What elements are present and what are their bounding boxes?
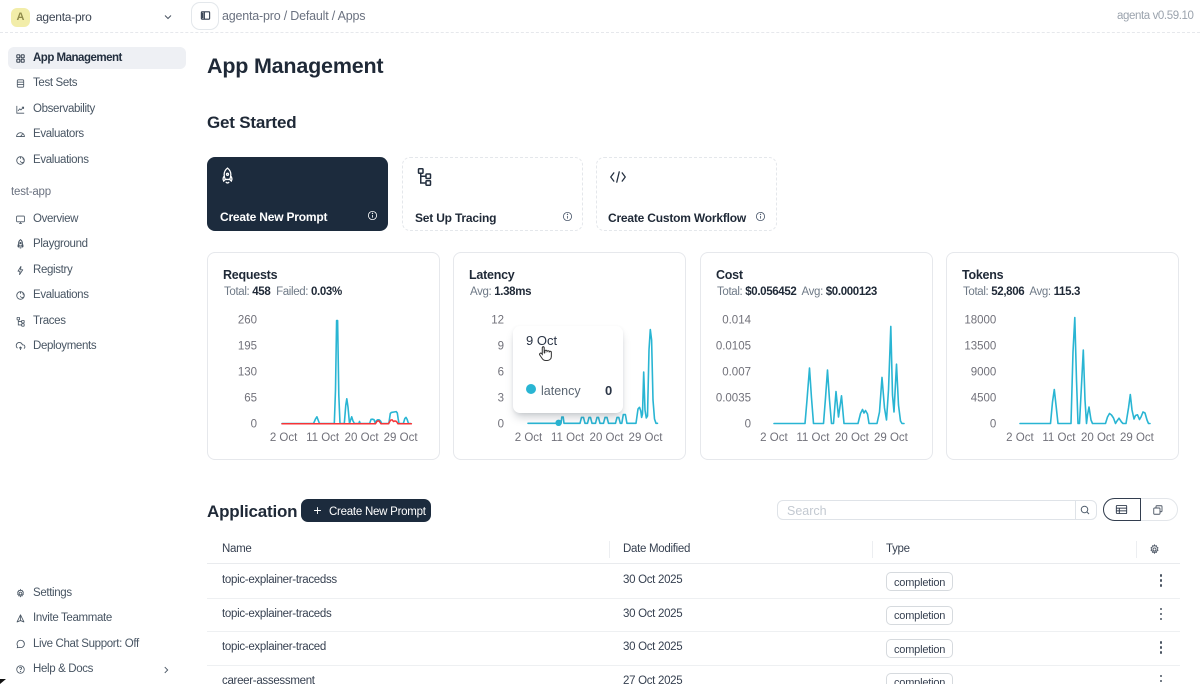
svg-text:0.014: 0.014 [722, 315, 751, 327]
svg-text:20 Oct: 20 Oct [1081, 432, 1116, 444]
svg-text:2 Oct: 2 Oct [760, 432, 788, 444]
svg-text:195: 195 [238, 341, 257, 353]
svg-text:18000: 18000 [964, 315, 996, 327]
svg-text:0.0105: 0.0105 [716, 341, 751, 353]
svg-text:11 Oct: 11 Oct [796, 432, 830, 444]
svg-text:4500: 4500 [971, 393, 997, 405]
svg-text:20 Oct: 20 Oct [835, 432, 870, 444]
svg-text:29 Oct: 29 Oct [629, 432, 664, 444]
svg-text:9000: 9000 [971, 367, 997, 379]
svg-text:29 Oct: 29 Oct [874, 432, 909, 444]
svg-text:6: 6 [498, 367, 504, 379]
svg-text:2 Oct: 2 Oct [515, 432, 543, 444]
svg-text:0: 0 [990, 419, 996, 431]
svg-text:13500: 13500 [964, 341, 996, 353]
svg-text:29 Oct: 29 Oct [384, 432, 419, 444]
svg-text:0.0035: 0.0035 [716, 393, 751, 405]
svg-text:3: 3 [498, 393, 504, 405]
svg-text:2 Oct: 2 Oct [270, 432, 298, 444]
svg-text:0: 0 [498, 419, 504, 431]
svg-text:2 Oct: 2 Oct [1006, 432, 1034, 444]
svg-text:12: 12 [491, 315, 504, 327]
svg-text:20 Oct: 20 Oct [590, 432, 625, 444]
svg-text:0: 0 [745, 419, 751, 431]
svg-text:11 Oct: 11 Oct [306, 432, 340, 444]
svg-text:11 Oct: 11 Oct [1042, 432, 1076, 444]
svg-text:20 Oct: 20 Oct [345, 432, 380, 444]
svg-text:0.007: 0.007 [722, 367, 751, 379]
svg-text:130: 130 [238, 367, 257, 379]
svg-text:11 Oct: 11 Oct [551, 432, 585, 444]
svg-text:29 Oct: 29 Oct [1120, 432, 1155, 444]
svg-text:0: 0 [251, 419, 257, 431]
svg-text:65: 65 [244, 393, 257, 405]
svg-text:260: 260 [238, 315, 257, 327]
svg-text:9: 9 [498, 341, 504, 353]
